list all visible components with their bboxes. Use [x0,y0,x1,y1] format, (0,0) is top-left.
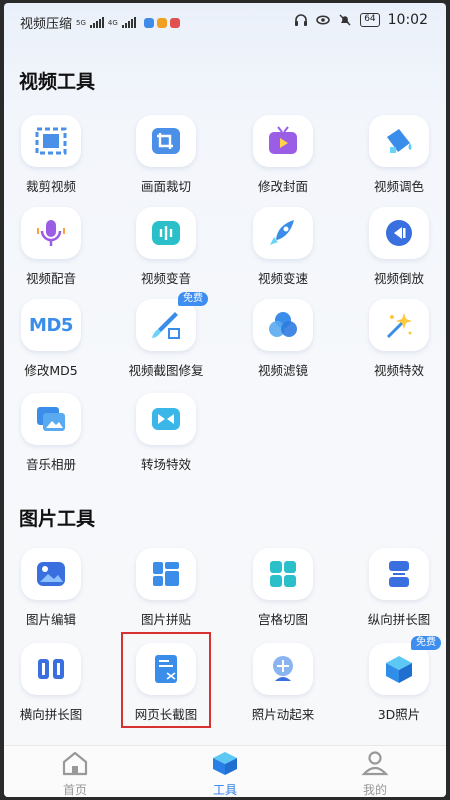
paint-bucket-icon [387,129,412,153]
nav-mine[interactable]: 我的 [335,750,415,797]
bottom-nav: 首页 工具 我的 [4,745,446,797]
filter-circles-icon [269,312,297,337]
toolbox-icon [213,752,237,775]
nav-tools[interactable]: 工具 [185,750,265,797]
crop-icon [152,128,180,154]
user-icon [361,751,389,776]
network-4g-label: 4G [107,18,118,27]
battery-indicator: 64 [360,13,380,27]
tool-vertical-stitch[interactable]: 纵向拼长图 [344,548,446,628]
section-title-video-tools: 视频工具 [19,71,96,93]
mute-bell-icon [339,14,351,26]
tool-animate-photo[interactable]: 照片动起来 [228,643,338,723]
section-title-image-tools: 图片工具 [19,508,96,530]
vertical-stitch-icon [389,561,409,587]
headphones-icon [295,14,308,26]
signal-bars-icon [89,17,104,28]
microphone-icon [37,220,65,246]
tool-speed[interactable]: 视频变速 [228,207,338,287]
md5-icon: MD5 [29,314,73,336]
animate-photo-icon [273,656,293,681]
status-bar: 视频压缩 5G 4G 64 10:02 [4,3,446,39]
brush-icon [152,312,180,339]
tool-modify-md5[interactable]: MD5 修改MD5 [4,299,106,379]
sparkle-wand-icon [386,313,412,339]
transition-icon [152,408,180,430]
rewind-icon [386,220,412,246]
app-notification-3-icon [169,17,180,28]
eye-icon [316,15,330,25]
free-badge: 免费 [411,636,441,650]
tool-transition[interactable]: 转场特效 [111,393,221,473]
nav-home[interactable]: 首页 [35,750,115,797]
highlight-box [121,632,211,728]
tool-screenshot-repair[interactable]: 免费 视频截图修复 [111,292,221,379]
phone-screen: 视频压缩 5G 4G 64 10:02 视频工具 裁剪视频 画面裁切 修改封面 … [4,3,446,797]
tool-effects[interactable]: 视频特效 [344,299,446,379]
tv-cover-icon [269,126,297,154]
signal-bars-2-icon [121,17,136,28]
grid-cut-icon [270,561,296,587]
cube-3d-icon [386,656,412,683]
tool-filter[interactable]: 视频滤镜 [228,299,338,379]
app-notification-icon [143,17,154,28]
horizontal-stitch-icon [38,659,64,679]
tool-crop-video[interactable]: 裁剪视频 [4,115,106,195]
tool-horizontal-stitch[interactable]: 横向拼长图 [4,643,106,723]
status-time: 10:02 [387,12,428,28]
tool-voice-change[interactable]: 视频变音 [111,207,221,287]
rocket-icon [270,220,294,245]
network-5g-label: 5G [76,18,86,27]
tool-frame-crop[interactable]: 画面裁切 [111,115,221,195]
collage-icon [153,562,179,586]
photo-album-icon [37,407,65,431]
tool-3d-photo[interactable]: 免费 3D照片 [344,636,446,723]
image-edit-icon [37,562,65,586]
app-notification-2-icon [156,17,167,28]
notification-icons [143,17,180,28]
tool-color-grade[interactable]: 视频调色 [344,115,446,195]
tool-grid-cut[interactable]: 宫格切图 [228,548,338,628]
tool-dubbing[interactable]: 视频配音 [4,207,106,287]
crop-frame-icon [35,127,67,155]
tool-music-album[interactable]: 音乐相册 [4,393,106,473]
tool-edit-cover[interactable]: 修改封面 [228,115,338,195]
tool-image-collage[interactable]: 图片拼贴 [111,548,221,628]
home-icon [62,751,88,776]
free-badge: 免费 [178,292,208,306]
tool-reverse[interactable]: 视频倒放 [344,207,446,287]
status-app-title: 视频压缩 [20,17,73,32]
voice-wave-icon [152,221,180,245]
tool-image-edit[interactable]: 图片编辑 [4,548,106,628]
